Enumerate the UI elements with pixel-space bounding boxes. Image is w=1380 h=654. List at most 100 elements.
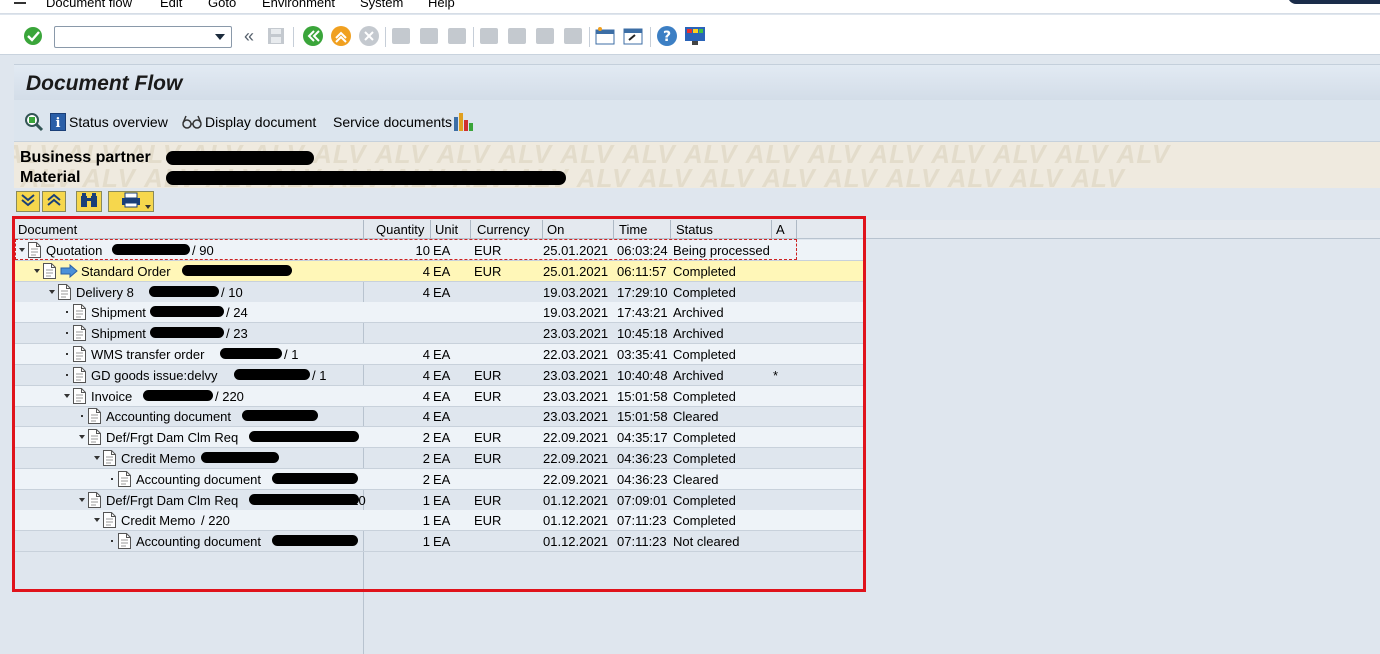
help-icon[interactable]: ? <box>656 25 678 47</box>
header-divider[interactable] <box>470 220 471 239</box>
display-document-button[interactable]: Display document <box>182 112 316 132</box>
find-button[interactable] <box>76 191 102 212</box>
tree-row[interactable]: GD goods issue:delvy / 1 4 EA EUR 23.03.2021 1… <box>14 365 864 386</box>
column-header-a[interactable]: A <box>776 222 785 237</box>
splitter-handle[interactable]: ....... <box>720 182 745 188</box>
collapse-command-icon[interactable]: « <box>238 25 260 47</box>
currency-cell: EUR <box>474 263 502 279</box>
tree-row[interactable]: Credit Memo / 220 1 EA EUR 01.12.2021 07:11:23… <box>14 510 864 532</box>
dropdown-arrow-icon <box>145 205 151 209</box>
tree-row[interactable]: Standard Order 4 EA EUR 25.01.2021 06:11:57 Co… <box>14 260 864 282</box>
print-menu-button[interactable] <box>108 191 154 212</box>
tree-row[interactable]: Invoice / 220 4 EA EUR 23.03.2021 15:01:58 Comp… <box>14 385 864 407</box>
document-name[interactable]: Quotation <box>46 243 102 258</box>
save-icon[interactable] <box>265 25 287 47</box>
service-documents-button[interactable]: Service documents <box>333 112 452 132</box>
system-menu-icon[interactable] <box>14 0 26 4</box>
header-divider[interactable] <box>670 220 671 239</box>
expand-toggle-icon[interactable] <box>64 393 70 398</box>
tree-row[interactable]: Def/Frgt Dam Clm Req 2 EA EUR 22.09.2021 04:3… <box>14 427 864 449</box>
next-page-icon[interactable] <box>534 25 556 47</box>
status-cell: Completed <box>673 284 736 300</box>
document-name[interactable]: WMS transfer order <box>91 347 204 362</box>
document-name[interactable]: GD goods issue:delvy <box>91 368 217 383</box>
document-name[interactable]: Shipment <box>91 305 146 320</box>
expand-toggle-icon[interactable] <box>19 248 25 252</box>
tree-row[interactable]: Def/Frgt Dam Clm Req 220 1 EA EUR 01.12.2021 0… <box>14 490 864 511</box>
document-name[interactable]: Shipment <box>91 326 146 341</box>
last-page-icon[interactable] <box>562 25 584 47</box>
expand-toggle-icon[interactable] <box>79 435 85 440</box>
tree-row[interactable]: Accounting document 2 EA 22.09.2021 04:36:23… <box>14 468 864 490</box>
menu-environment[interactable]: Environment <box>262 0 335 10</box>
create-session-icon[interactable] <box>594 25 616 47</box>
header-divider[interactable] <box>771 220 772 239</box>
column-header-on[interactable]: On <box>547 222 564 237</box>
expand-all-button[interactable] <box>16 191 40 212</box>
document-icon <box>103 512 116 529</box>
tree-row[interactable]: WMS transfer order / 1 4 EA 22.03.2021 03:35:… <box>14 344 864 365</box>
menu-help[interactable]: Help <box>428 0 455 10</box>
previous-page-icon[interactable] <box>506 25 528 47</box>
document-name[interactable]: Standard Order <box>81 264 171 279</box>
find-icon[interactable] <box>418 25 440 47</box>
column-header-quantity[interactable]: Quantity <box>376 222 424 237</box>
shortcut-icon[interactable] <box>622 25 644 47</box>
document-name[interactable]: Credit Memo <box>121 513 195 528</box>
status-cell: Completed <box>673 263 736 279</box>
unit-cell: EA <box>433 451 451 466</box>
cancel-icon[interactable] <box>358 25 380 47</box>
column-header-status[interactable]: Status <box>676 222 713 237</box>
header-divider[interactable] <box>613 220 614 239</box>
tree-row[interactable]: Shipment / 24 19.03.2021 17:43:21 Archived <box>14 302 864 324</box>
tree-row[interactable]: Credit Memo 2 EA EUR 22.09.2021 04:36:23 Compl… <box>14 448 864 469</box>
document-name[interactable]: Def/Frgt Dam Clm Req <box>106 430 238 445</box>
chart-icon[interactable] <box>453 112 475 132</box>
customize-layout-icon[interactable] <box>684 25 706 47</box>
back-icon[interactable] <box>302 25 324 47</box>
document-name[interactable]: Accounting document <box>136 534 261 549</box>
document-name[interactable]: Credit Memo <box>121 451 195 466</box>
menu-edit[interactable]: Edit <box>160 0 182 10</box>
document-name[interactable]: Def/Frgt Dam Clm Req <box>106 493 238 508</box>
tree-row[interactable]: Shipment / 23 23.03.2021 10:45:18 Archived <box>14 323 864 345</box>
header-divider[interactable] <box>430 220 431 239</box>
expand-toggle-icon[interactable] <box>49 289 55 294</box>
print-icon[interactable] <box>390 25 412 47</box>
exit-icon[interactable] <box>330 25 352 47</box>
quantity-cell: 4 <box>422 263 430 279</box>
find-next-icon[interactable] <box>446 25 468 47</box>
document-name[interactable]: Invoice <box>91 389 132 404</box>
unit-cell: EA <box>433 534 451 550</box>
document-name[interactable]: Accounting document <box>136 472 261 487</box>
menu-system[interactable]: System <box>360 0 403 10</box>
menu-goto[interactable]: Goto <box>208 0 236 10</box>
header-divider[interactable] <box>363 220 364 239</box>
document-name[interactable]: Accounting document <box>106 409 231 424</box>
enter-icon[interactable] <box>22 25 44 47</box>
header-divider[interactable] <box>542 220 543 239</box>
document-icon <box>88 408 101 425</box>
document-name[interactable]: Delivery 8 <box>76 285 134 300</box>
tree-row[interactable]: Accounting document 4 EA 23.03.2021 15:01:58… <box>14 406 864 428</box>
chevron-down-icon[interactable] <box>215 34 225 40</box>
column-header-time[interactable]: Time <box>619 222 647 237</box>
expand-toggle-icon[interactable] <box>34 268 40 273</box>
column-header-unit[interactable]: Unit <box>435 222 458 237</box>
header-divider[interactable] <box>796 220 797 239</box>
collapse-all-button[interactable] <box>42 191 66 212</box>
expand-toggle-icon[interactable] <box>94 456 100 460</box>
menu-document-flow[interactable]: Document flow <box>46 0 132 10</box>
expand-toggle-icon[interactable] <box>94 518 100 523</box>
expand-toggle-icon[interactable] <box>79 497 85 502</box>
refresh-button[interactable] <box>24 112 47 132</box>
command-field[interactable] <box>54 26 232 48</box>
tree-row[interactable]: Accounting document 1 EA 01.12.2021 07:11:23… <box>14 531 864 553</box>
first-page-icon[interactable] <box>478 25 500 47</box>
column-header-currency[interactable]: Currency <box>477 222 530 237</box>
tree-row[interactable]: Delivery 8 / 10 4 EA 19.03.2021 17:29:10 Compl… <box>14 282 864 303</box>
status-overview-button[interactable]: i Status overview <box>50 112 168 132</box>
column-header-document[interactable]: Document <box>18 222 77 237</box>
document-item-number: 220 <box>344 492 366 508</box>
tree-row[interactable]: Quotation / 90 10 EA EUR 25.01.2021 06:03:24 Be… <box>14 240 864 261</box>
